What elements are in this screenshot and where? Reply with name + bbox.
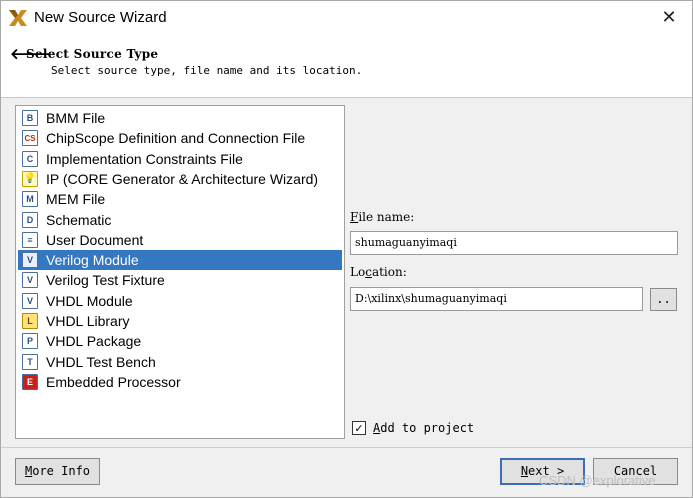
bmm-file-icon: B (22, 110, 38, 126)
constraints-file-icon: C (22, 150, 38, 167)
file-name-input[interactable]: shumaguanyimaqi (350, 231, 678, 255)
vhdl-package-icon: P (22, 333, 38, 350)
list-item-chipscope-definition-and-connection-file[interactable]: CS ChipScope Definition and Connection Fi… (18, 128, 342, 148)
list-item-label: VHDL Test Bench (46, 353, 156, 370)
vhdl-test-bench-icon: T (22, 353, 38, 370)
list-item-label: VHDL Package (46, 333, 142, 350)
list-item-user-document[interactable]: ≡ User Document (18, 230, 342, 250)
list-item-label: Schematic (46, 211, 112, 228)
list-item-verilog-module[interactable]: V Verilog Module (18, 250, 342, 271)
list-item-schematic[interactable]: D Schematic (18, 210, 342, 230)
ip-core-icon: 💡 (22, 170, 38, 187)
mem-file-icon: M (22, 191, 38, 208)
add-to-project-label: Add to project (373, 421, 475, 435)
schematic-icon: D (22, 211, 38, 228)
list-item-ip-core-generator-architecture-wizard[interactable]: 💡 IP (CORE Generator & Architecture Wizar… (18, 169, 342, 189)
embedded-processor-icon: E (22, 373, 38, 390)
location-input[interactable]: D:\xilinx\shumaguanyimaqi (350, 287, 643, 311)
list-item-vhdl-test-bench[interactable]: T VHDL Test Bench (18, 352, 342, 372)
verilog-test-fixture-icon: V (22, 272, 38, 289)
close-icon: ✕ (661, 7, 677, 27)
list-item-implementation-constraints-file[interactable]: C Implementation Constraints File (18, 149, 342, 169)
checkmark-icon: ✓ (354, 422, 364, 435)
list-item-vhdl-module[interactable]: V VHDL Module (18, 291, 342, 311)
new-source-wizard-window: New Source Wizard ✕ 🡐 Select Source Type… (0, 0, 693, 498)
list-item-label: Verilog Test Fixture (46, 272, 165, 289)
list-item-label: VHDL Module (46, 292, 133, 309)
list-item-label: Verilog Module (46, 252, 139, 269)
list-item-label: MEM File (46, 191, 106, 208)
xilinx-logo-icon (9, 10, 27, 26)
watermark: CSDN @explorative (539, 473, 656, 488)
list-item-embedded-processor[interactable]: E Embedded Processor (18, 372, 342, 392)
page-title: Select Source Type (26, 47, 159, 61)
list-item-bmm-file[interactable]: B BMM File (18, 108, 342, 128)
page-subtitle: Select source type, file name and its lo… (51, 64, 363, 77)
add-to-project-checkbox[interactable]: ✓ (352, 421, 366, 435)
list-item-vhdl-package[interactable]: P VHDL Package (18, 331, 342, 351)
vhdl-module-icon: V (22, 292, 38, 309)
list-item-label: ChipScope Definition and Connection File (46, 130, 306, 147)
window-title: New Source Wizard (34, 9, 167, 26)
user-document-icon: ≡ (22, 231, 38, 248)
list-item-mem-file[interactable]: M MEM File (18, 189, 342, 209)
browse-button[interactable]: .. (650, 288, 677, 311)
footer-divider (1, 447, 692, 448)
location-label: Location: (350, 265, 407, 279)
chipscope-icon: CS (22, 130, 38, 147)
verilog-module-icon: V (22, 252, 38, 269)
wizard-header: 🡐 Select Source Type Select source type,… (1, 34, 692, 98)
list-item-label: Embedded Processor (46, 373, 181, 390)
list-item-verilog-test-fixture[interactable]: V Verilog Test Fixture (18, 270, 342, 290)
list-item-label: VHDL Library (46, 313, 130, 329)
list-item-label: Implementation Constraints File (46, 150, 243, 167)
list-item-label: IP (CORE Generator & Architecture Wizard… (46, 170, 319, 187)
source-type-list[interactable]: B BMM File CS ChipScope Definition and Conn… (15, 105, 345, 439)
list-item-vhdl-library[interactable]: L VHDL Library (18, 311, 342, 331)
more-info-button[interactable]: More Info (15, 458, 100, 485)
list-item-label: BMM File (46, 110, 106, 126)
file-name-label: File name: (350, 210, 415, 224)
list-item-label: User Document (46, 231, 144, 248)
title-bar: New Source Wizard ✕ (1, 1, 692, 34)
vhdl-library-icon: L (22, 313, 38, 329)
close-button[interactable]: ✕ (646, 1, 692, 34)
